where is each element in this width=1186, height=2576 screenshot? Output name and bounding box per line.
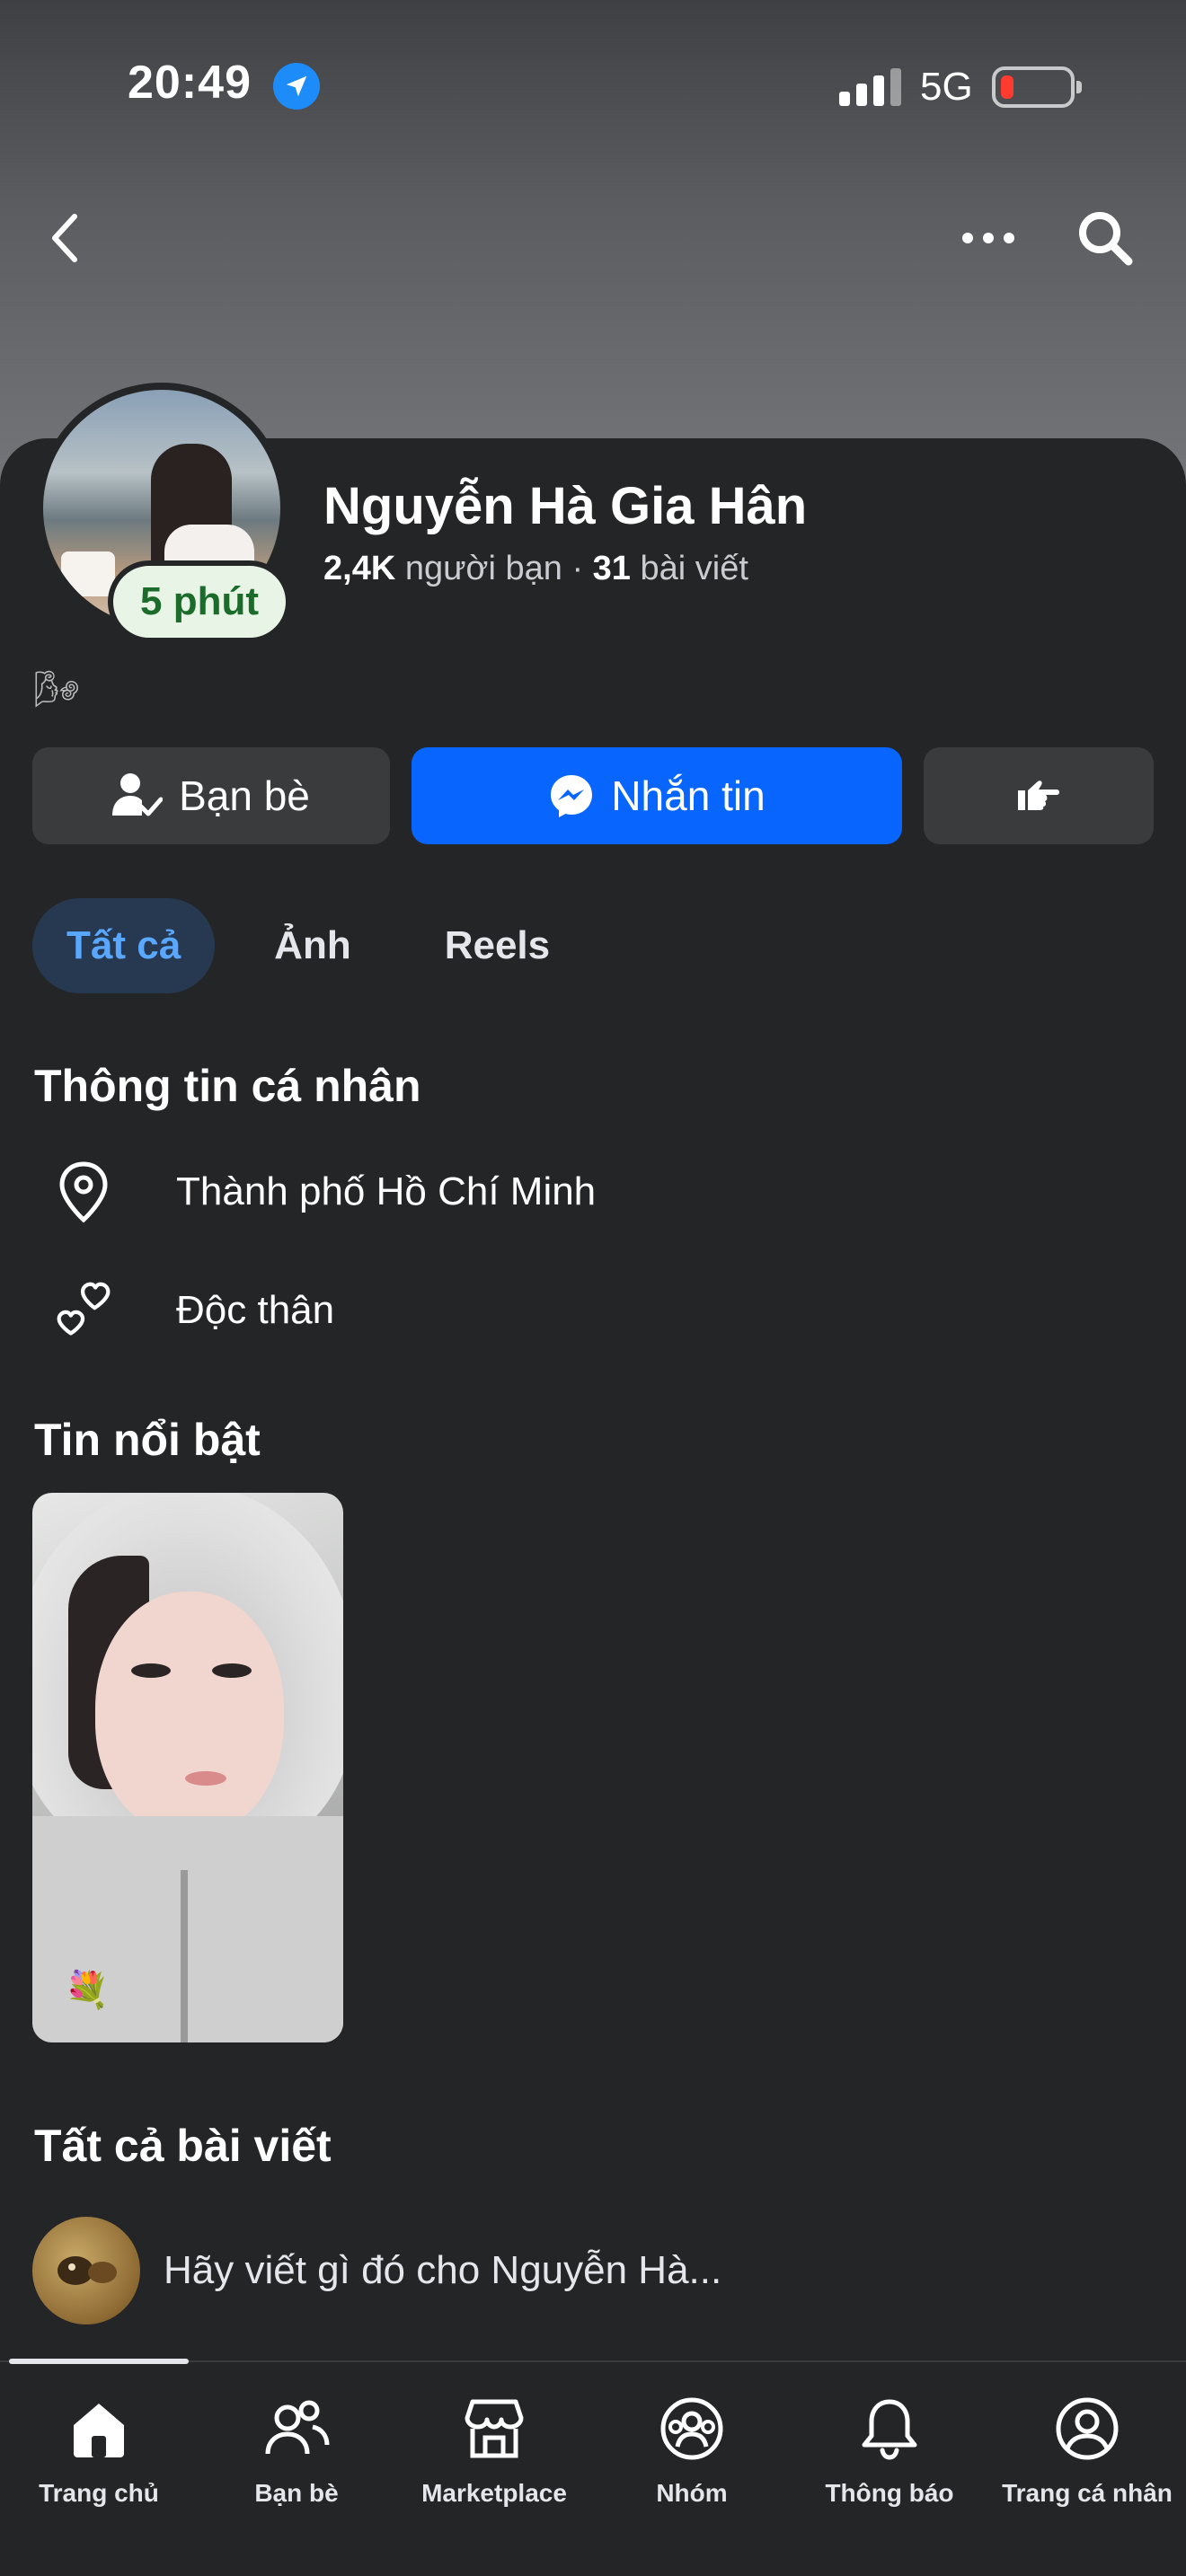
nav-notifications[interactable]: Thông báo (791, 2395, 988, 2508)
nav-marketplace-label: Marketplace (421, 2479, 567, 2507)
location-text: Thành phố Hồ Chí Minh (176, 1169, 597, 1213)
nav-home[interactable]: Trang chủ (0, 2395, 198, 2508)
message-button[interactable]: Nhắn tin (412, 747, 902, 844)
status-time: 20:49 (128, 57, 252, 109)
posts-count: 31 (592, 550, 631, 587)
friends-icon (265, 2400, 330, 2455)
nav-groups-label: Nhóm (656, 2479, 728, 2507)
hearts-icon (54, 1279, 113, 1342)
bio-emoji: 🌬 (34, 670, 80, 710)
tab-reels[interactable]: Reels (411, 898, 584, 993)
info-row-location: Thành phố Hồ Chí Minh (54, 1160, 596, 1223)
friends-label: người bạn (404, 550, 562, 587)
back-button[interactable] (36, 208, 95, 268)
nav-profile-label: Trang cá nhân (1002, 2479, 1173, 2507)
story-highlight-card[interactable]: 💐 (32, 1493, 343, 2042)
profile-icon (1056, 2397, 1119, 2460)
nav-groups[interactable]: Nhóm (593, 2395, 791, 2508)
poke-button[interactable] (924, 747, 1154, 844)
user-avatar (32, 2217, 140, 2325)
relationship-text: Độc thân (176, 1288, 335, 1332)
about-section-title: Thông tin cá nhân (34, 1061, 421, 1111)
highlight-emoji: 💐 (65, 1971, 110, 2010)
nav-friends[interactable]: Bạn bè (198, 2395, 395, 2508)
search-icon (1079, 212, 1133, 266)
cellular-signal-icon (839, 68, 901, 106)
message-button-label: Nhắn tin (611, 772, 766, 819)
poke-hand-icon (1018, 781, 1059, 810)
active-tab-indicator (9, 2359, 189, 2364)
search-button[interactable] (1071, 208, 1139, 268)
stats-separator: · (571, 550, 584, 587)
battery-icon (992, 66, 1082, 108)
tab-photos[interactable]: Ảnh (240, 898, 385, 993)
top-nav (0, 198, 1186, 278)
nav-notifications-label: Thông báo (825, 2479, 954, 2507)
groups-icon (660, 2397, 723, 2460)
active-status-badge: 5 phút (108, 560, 291, 643)
chevron-left-icon (52, 214, 77, 262)
status-bar: 20:49 5G (0, 0, 1186, 171)
bottom-tab-bar: Trang chủ Bạn bè Marketplace Nhóm Thông … (0, 2359, 1186, 2576)
nav-profile[interactable]: Trang cá nhân (988, 2395, 1186, 2508)
info-row-relationship: Độc thân (54, 1279, 334, 1342)
post-composer[interactable]: Hãy viết gì đó cho Nguyễn Hà... (32, 2217, 721, 2325)
friends-button-label: Bạn bè (179, 772, 310, 819)
more-dots-icon (962, 233, 1014, 243)
posts-section-title: Tất cả bài viết (34, 2121, 332, 2171)
marketplace-icon (465, 2399, 524, 2458)
friend-check-icon (112, 773, 164, 816)
messenger-icon (551, 775, 593, 817)
home-icon (74, 2404, 124, 2457)
posts-label: bài viết (640, 550, 748, 587)
nav-home-label: Trang chủ (39, 2479, 159, 2507)
location-pin-icon (54, 1160, 113, 1223)
profile-stats: 2,4K người bạn · 31 bài viết (323, 550, 748, 588)
profile-tabs: Tất cả Ảnh Reels (32, 898, 584, 993)
more-options-button[interactable] (952, 208, 1024, 268)
friends-button[interactable]: Bạn bè (32, 747, 390, 844)
network-type: 5G (920, 65, 973, 109)
composer-placeholder: Hãy viết gì đó cho Nguyễn Hà... (164, 2248, 722, 2292)
location-arrow-icon (273, 63, 320, 110)
nav-marketplace[interactable]: Marketplace (395, 2395, 593, 2508)
bell-icon (862, 2399, 917, 2460)
highlights-section-title: Tin nổi bật (34, 1415, 261, 1465)
friends-count[interactable]: 2,4K (323, 550, 395, 587)
profile-name: Nguyễn Hà Gia Hân (323, 477, 808, 535)
tab-all[interactable]: Tất cả (32, 898, 216, 993)
nav-friends-label: Bạn bè (254, 2479, 339, 2507)
